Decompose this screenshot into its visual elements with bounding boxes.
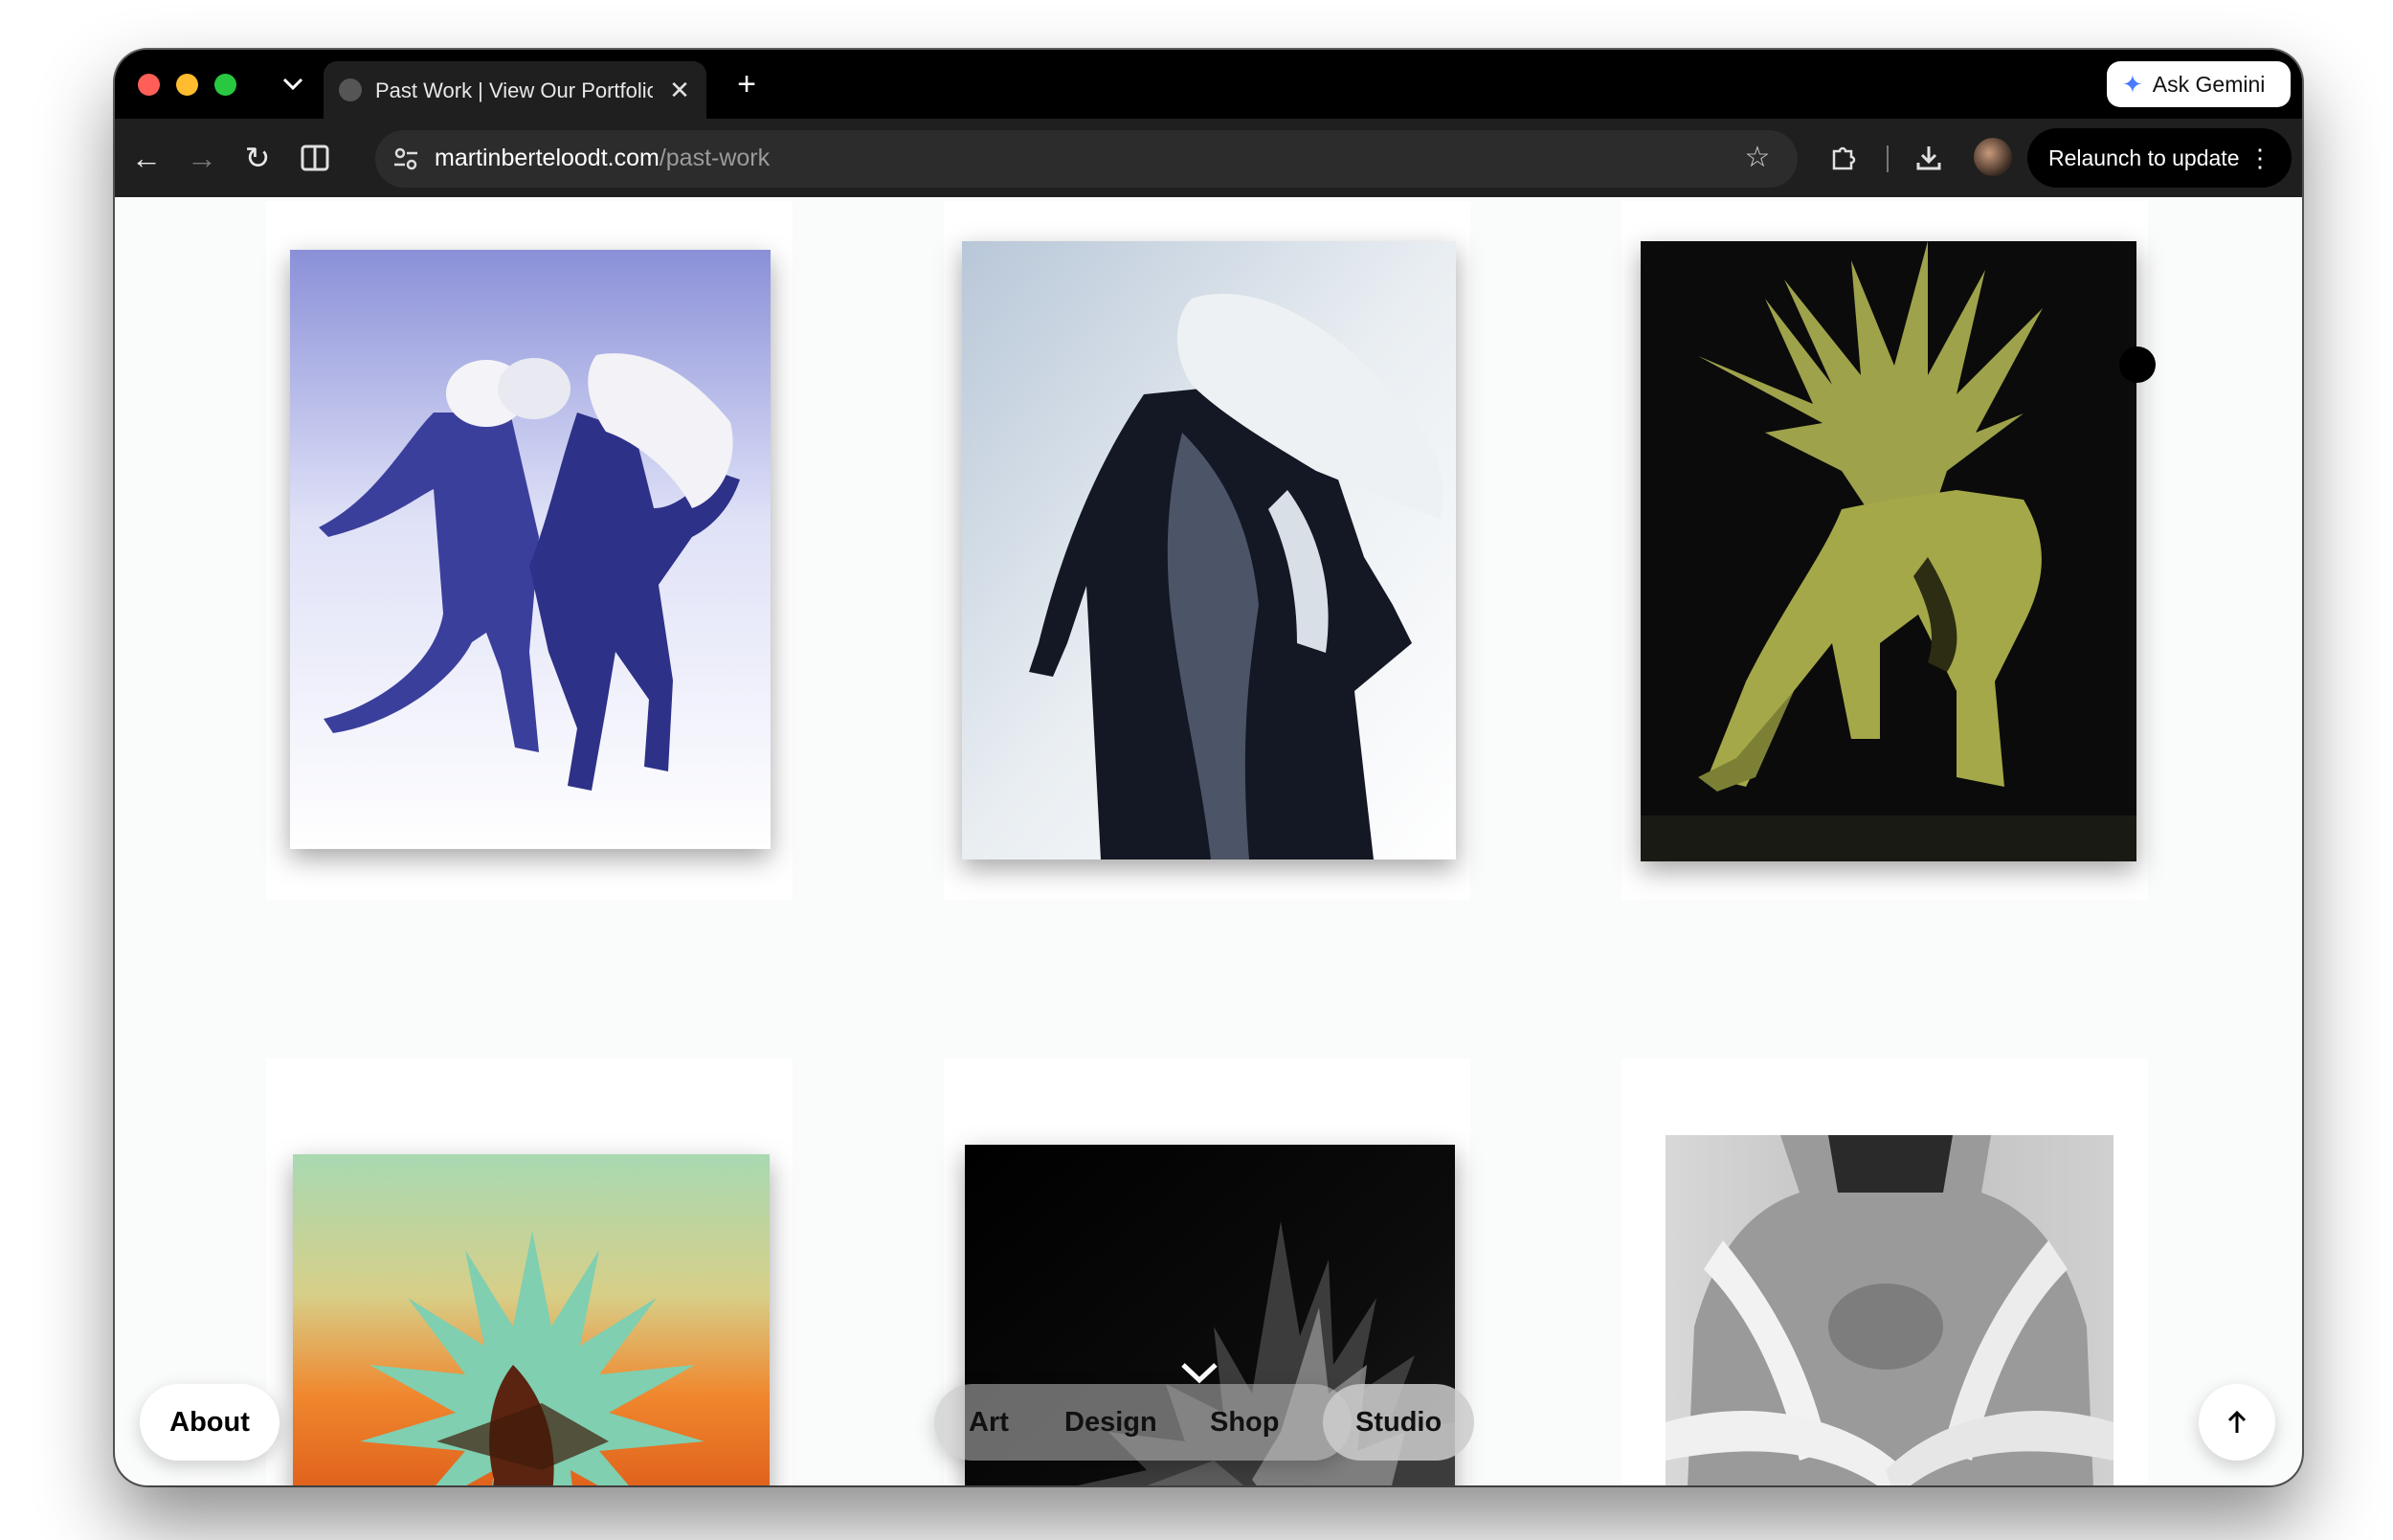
artwork-spiked-sculpture-sunset[interactable] <box>293 1154 770 1485</box>
nav-item-shop[interactable]: Shop <box>1210 1384 1280 1461</box>
close-tab-icon[interactable]: ✕ <box>664 75 695 105</box>
download-icon[interactable] <box>1907 136 1951 180</box>
browser-toolbar: ← → ↻ martinberteloodt.com/past-work ☆ R… <box>115 119 2302 197</box>
bookmark-star-icon[interactable]: ☆ <box>1740 141 1775 175</box>
bottom-navigation: Art Design Shop Studio <box>934 1384 1475 1461</box>
url-text[interactable]: martinberteloodt.com/past-work <box>435 145 770 172</box>
relaunch-to-update-button[interactable]: Relaunch to update ⋮ <box>2027 128 2292 188</box>
site-favicon-icon <box>339 78 362 101</box>
zoom-window-button[interactable] <box>214 74 236 96</box>
ask-gemini-label: Ask Gemini <box>2152 71 2266 97</box>
address-bar[interactable]: martinberteloodt.com/past-work ☆ <box>375 130 1798 188</box>
back-arrow-icon[interactable]: ← <box>124 136 168 180</box>
back-to-top-button[interactable] <box>2199 1384 2275 1461</box>
browser-window: Past Work | View Our Portfolio ✕ + ✦ Ask… <box>115 50 2302 1485</box>
artwork-spiked-creature[interactable] <box>1641 241 2136 861</box>
artwork-blue-dancing-figures[interactable] <box>290 250 771 849</box>
more-menu-icon[interactable]: ⋮ <box>2248 144 2272 172</box>
arrow-up-icon <box>2227 1410 2247 1433</box>
minimize-window-button[interactable] <box>176 74 198 96</box>
ask-gemini-button[interactable]: ✦ Ask Gemini <box>2107 61 2291 107</box>
profile-avatar[interactable] <box>1974 138 2012 176</box>
nav-item-art[interactable]: Art <box>969 1384 1009 1461</box>
about-button[interactable]: About <box>140 1384 280 1461</box>
page-content: About Art Design Shop Studio <box>115 197 2302 1485</box>
nav-item-studio[interactable]: Studio <box>1323 1384 1475 1461</box>
browser-tab-active[interactable]: Past Work | View Our Portfolio ✕ <box>324 61 706 119</box>
nav-item-design[interactable]: Design <box>1064 1384 1157 1461</box>
title-bar: Past Work | View Our Portfolio ✕ + ✦ Ask… <box>115 50 2302 119</box>
gemini-sparkle-icon: ✦ <box>2122 69 2143 99</box>
split-view-icon[interactable] <box>293 136 337 180</box>
artwork-torso-with-bands[interactable] <box>1666 1135 2113 1485</box>
artwork-draped-figure[interactable] <box>962 241 1456 859</box>
new-tab-icon[interactable]: + <box>727 65 766 103</box>
tab-search-chevron-icon[interactable] <box>276 67 310 101</box>
url-path: /past-work <box>659 145 771 171</box>
site-info-icon[interactable] <box>389 142 423 176</box>
extensions-puzzle-icon[interactable] <box>1821 136 1865 180</box>
cursor-dot <box>2119 346 2156 383</box>
reload-icon[interactable]: ↻ <box>235 136 280 180</box>
forward-arrow-icon[interactable]: → <box>180 136 224 180</box>
relaunch-label: Relaunch to update <box>2048 145 2240 170</box>
url-domain: martinberteloodt.com <box>435 145 660 171</box>
tab-title: Past Work | View Our Portfolio <box>375 78 653 102</box>
close-window-button[interactable] <box>138 74 160 96</box>
toolbar-divider <box>1887 145 1889 172</box>
